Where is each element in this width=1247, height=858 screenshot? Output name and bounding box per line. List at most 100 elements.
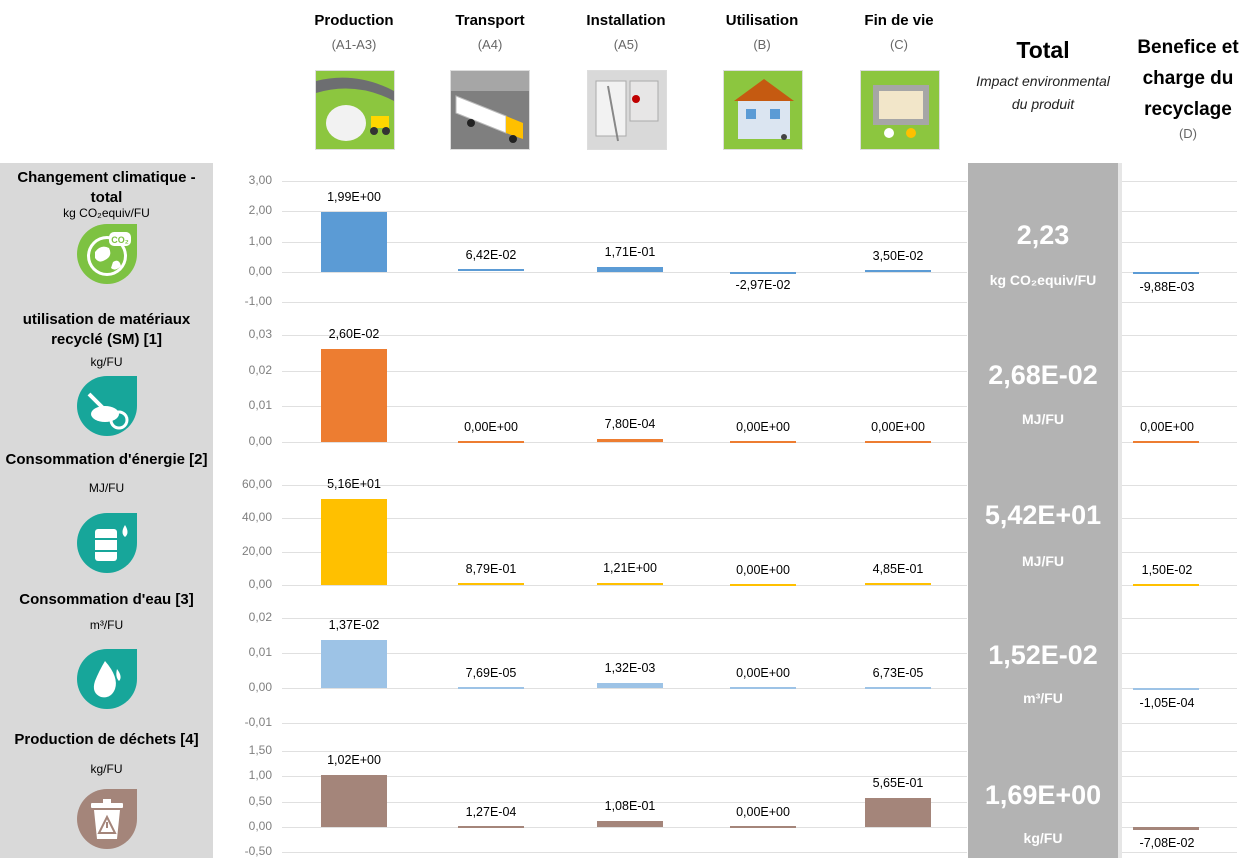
production-illustration (315, 70, 395, 150)
gridline (1122, 618, 1237, 619)
data-label: 2,60E-02 (328, 327, 380, 342)
data-label: 1,32E-03 (604, 661, 656, 676)
data-label: 1,08E-01 (604, 799, 656, 814)
y-tick-label: 0,50 (248, 793, 272, 808)
stage-code: (A1-A3) (331, 37, 377, 52)
indicator-title-waste: Production de déchets [4] (14, 731, 199, 748)
bar-installation (597, 683, 663, 688)
gridline (1122, 802, 1237, 803)
total-value-water: 1,52E-02 (988, 640, 1098, 670)
data-label-benefit: -1,05E-04 (1139, 696, 1195, 710)
data-label: 1,99E+00 (327, 189, 381, 204)
y-tick-label: -0,01 (244, 715, 272, 729)
water-drop-icon (75, 647, 139, 711)
stage-name: Utilisation (725, 12, 799, 29)
data-label: 5,65E-01 (872, 776, 924, 791)
y-tick-label: 1,00 (248, 233, 272, 248)
y-tick-label: 0,02 (248, 610, 272, 624)
indicator-unit-energy: MJ/FU (88, 481, 125, 495)
stage-code: (C) (889, 37, 909, 52)
y-tick-label: 0,02 (248, 362, 272, 377)
data-label: 7,69E-05 (465, 665, 517, 680)
bar-utilisation (730, 584, 796, 586)
y-tick-label: 3,00 (248, 173, 272, 187)
indicator-title-water: Consommation d'eau [3] (19, 591, 194, 608)
y-tick-label: 0,00 (248, 577, 272, 591)
data-label: 0,00E+00 (736, 804, 790, 819)
y-tick-label: 60,00 (241, 477, 272, 491)
y-tick-label: 20,00 (241, 543, 272, 558)
indicator-unit-recycled: kg/FU (90, 355, 123, 369)
bar-production (321, 775, 387, 827)
indicator-title-climate: Changement climatique - total (17, 169, 196, 206)
stage-code: (A5) (613, 37, 639, 52)
transport-illustration (450, 70, 530, 150)
stage-name: Installation (586, 12, 666, 29)
bar-benefit (1133, 583, 1199, 586)
benefit-code: (D) (1178, 126, 1198, 141)
total-unit-water: m³/FU (1023, 690, 1063, 706)
data-label: 4,85E-01 (872, 562, 924, 577)
data-label-benefit: 1,50E-02 (1141, 562, 1193, 577)
svg-text:CO₂: CO₂ (111, 235, 129, 245)
bar-production (321, 640, 387, 688)
bar-fin-de-vie (865, 583, 931, 586)
data-label: 1,71E-01 (604, 244, 656, 259)
bar-transport (458, 582, 524, 585)
total-subtitle: Impact environmental du produit (976, 73, 1110, 112)
gridline (282, 302, 967, 303)
bar-utilisation (730, 441, 796, 443)
y-tick-label: 0,00 (248, 680, 272, 694)
stage-code: (B) (753, 37, 771, 52)
bar-fin-de-vie (865, 686, 931, 689)
total-unit-recycled: MJ/FU (1022, 411, 1064, 427)
benefit-header: Benefice et charge du recyclage (1137, 37, 1239, 120)
stage-name: Fin de vie (864, 12, 934, 29)
co2-globe-icon: CO₂ (75, 222, 139, 286)
end-of-life-illustration (860, 70, 940, 150)
bar-utilisation (730, 687, 796, 689)
bar-production (321, 211, 387, 272)
stage-code: (A4) (477, 37, 503, 52)
data-label: 1,21E+00 (603, 560, 657, 575)
total-unit-waste: kg/FU (1023, 830, 1063, 846)
bar-fin-de-vie (865, 441, 931, 443)
bar-production (321, 499, 387, 585)
waste-bin-icon (75, 787, 139, 851)
y-tick-label: 2,00 (248, 203, 272, 218)
data-label: 0,00E+00 (736, 666, 790, 680)
y-tick-label: 40,00 (241, 510, 272, 525)
y-tick-label: 1,00 (248, 768, 272, 783)
gridline (1122, 485, 1237, 486)
data-label: 0,00E+00 (871, 420, 925, 434)
y-tick-label: 0,01 (248, 398, 272, 413)
y-tick-label: 0,01 (248, 645, 272, 659)
gridline (1122, 751, 1237, 752)
y-tick-label: 0,00 (248, 263, 272, 278)
gridline (282, 852, 967, 853)
utilisation-illustration (723, 70, 803, 150)
data-label: 3,50E-02 (872, 248, 924, 263)
total-value-waste: 1,69E+00 (984, 780, 1102, 810)
data-label: 1,27E-04 (465, 804, 517, 819)
data-label: 7,80E-04 (604, 417, 656, 432)
bar-benefit (1133, 271, 1199, 274)
gridline (1122, 518, 1237, 519)
y-tick-label: 0,03 (248, 327, 272, 341)
bar-installation (597, 582, 663, 585)
total-value-recycled: 2,68E-02 (988, 360, 1098, 390)
y-tick-label: -0,50 (244, 844, 272, 858)
indicator-title-recycled: utilisation de matériaux recyclé (SM) [1… (22, 311, 191, 348)
stage-name: Transport (455, 12, 525, 29)
bar-installation (597, 439, 663, 442)
bar-transport (458, 825, 524, 828)
benefit-separator (1118, 163, 1122, 858)
data-label: 0,00E+00 (464, 420, 518, 434)
gridline (1122, 552, 1237, 553)
bar-transport (458, 441, 524, 443)
gridline (1122, 776, 1237, 777)
data-label: 6,42E-02 (465, 247, 517, 262)
bar-installation (597, 266, 663, 272)
y-tick-label: 0,00 (248, 818, 272, 833)
data-label: -2,97E-02 (735, 277, 791, 292)
